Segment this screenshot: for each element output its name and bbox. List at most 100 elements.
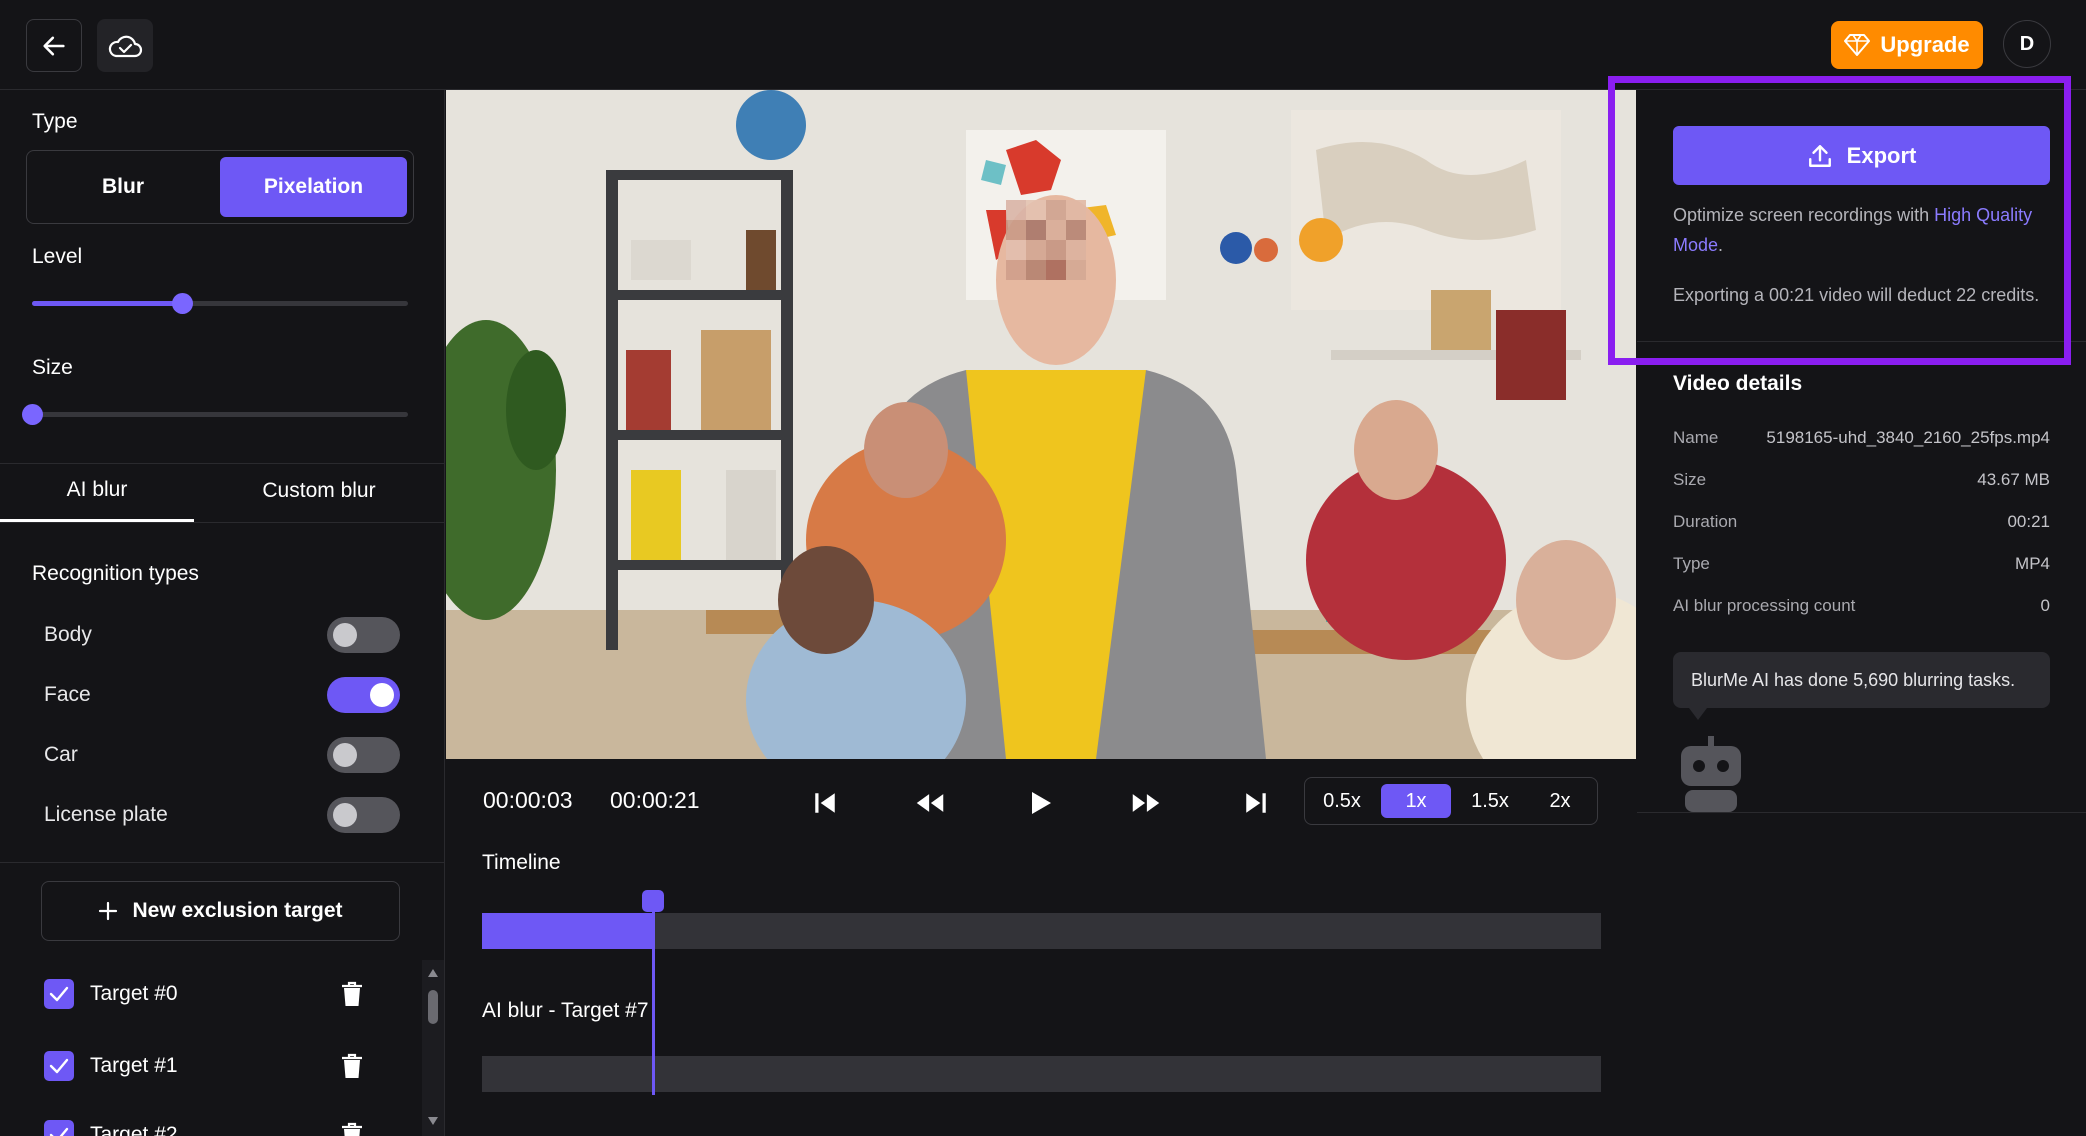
video-preview[interactable] <box>446 90 1636 759</box>
cloud-check-icon <box>108 35 143 57</box>
video-details-title: Video details <box>1673 372 1803 395</box>
recognition-label: License plate <box>44 803 168 826</box>
scroll-down-icon[interactable] <box>427 1116 439 1126</box>
level-slider-knob[interactable] <box>172 293 194 314</box>
car-toggle[interactable] <box>327 737 400 773</box>
size-slider-knob[interactable] <box>22 404 43 425</box>
bubble-tail <box>1689 708 1707 720</box>
detail-value: 0 <box>2040 596 2050 615</box>
trash-icon[interactable] <box>340 1121 364 1136</box>
target-list-scrollbar[interactable] <box>422 960 444 1136</box>
body-toggle[interactable] <box>327 617 400 653</box>
divider <box>1637 812 2086 813</box>
new-exclusion-target-button[interactable]: New exclusion target <box>41 881 400 941</box>
upgrade-label: Upgrade <box>1880 32 1970 57</box>
user-avatar[interactable]: D <box>2003 20 2051 68</box>
divider <box>0 862 445 863</box>
detail-row-type: Type MP4 <box>1673 554 2050 574</box>
face-toggle[interactable] <box>327 677 400 713</box>
play-icon <box>1032 792 1051 814</box>
target-label: Target #2 <box>90 1123 178 1136</box>
check-icon <box>49 986 69 1002</box>
detail-value: 00:21 <box>2007 512 2050 531</box>
scrollbar-thumb[interactable] <box>428 990 438 1024</box>
timeline-progress <box>482 913 653 949</box>
target-row: Target #0 <box>44 977 364 1011</box>
ai-blur-track[interactable] <box>482 1056 1601 1092</box>
credits-note: Exporting a 00:21 video will deduct 22 c… <box>1673 285 2040 305</box>
plus-icon <box>99 901 118 921</box>
recognition-types-title: Recognition types <box>32 562 199 585</box>
license-plate-toggle[interactable] <box>327 797 400 833</box>
recognition-row-body: Body <box>44 616 400 654</box>
check-icon <box>49 1127 69 1136</box>
detail-value: 5198165-uhd_3840_2160_25fps.mp4 <box>1766 428 2050 447</box>
recognition-label: Car <box>44 743 78 766</box>
detail-value: MP4 <box>2015 554 2050 573</box>
cloud-save-button[interactable] <box>97 19 153 72</box>
target-checkbox[interactable] <box>44 1051 74 1081</box>
skip-end-icon <box>1246 793 1266 813</box>
optimize-note: Optimize screen recordings with High Qua… <box>1673 200 2053 260</box>
recognition-row-car: Car <box>44 736 400 774</box>
recognition-row-license-plate: License plate <box>44 796 400 834</box>
trash-icon[interactable] <box>340 980 364 1008</box>
ai-stats-bubble: BlurMe AI has done 5,690 blurring tasks. <box>1673 652 2050 708</box>
upgrade-button[interactable]: Upgrade <box>1831 21 1983 69</box>
diamond-icon <box>1844 34 1871 56</box>
blur-option[interactable]: Blur <box>33 157 213 217</box>
skip-to-end-button[interactable] <box>1241 788 1271 818</box>
left-panel: Type Blur Pixelation Level Size AI blur … <box>0 90 445 1136</box>
timeline-track[interactable] <box>482 913 1601 949</box>
export-label: Export <box>1846 142 1917 168</box>
current-time: 00:00:03 <box>483 787 573 813</box>
speed-option[interactable]: 2x <box>1529 784 1591 818</box>
detail-row-duration: Duration 00:21 <box>1673 512 2050 532</box>
new-exclusion-label: New exclusion target <box>132 899 343 922</box>
robot-icon <box>1681 736 1741 812</box>
scroll-up-icon[interactable] <box>427 968 439 978</box>
divider <box>1637 341 2086 342</box>
rewind-button[interactable] <box>915 788 945 818</box>
type-segmented-control: Blur Pixelation <box>26 150 414 224</box>
playhead-handle[interactable] <box>641 890 664 912</box>
skip-start-icon <box>815 793 835 813</box>
playhead[interactable] <box>651 891 655 1095</box>
speed-option[interactable]: 0.5x <box>1311 784 1373 818</box>
pixelation-option[interactable]: Pixelation <box>220 157 407 217</box>
classroom-scene-image <box>446 90 1636 759</box>
optimize-end: . <box>1718 235 1724 255</box>
recognition-label: Body <box>44 623 92 646</box>
target-row: Target #1 <box>44 1049 364 1083</box>
detail-key: AI blur processing count <box>1673 596 1856 615</box>
ai-blur-track-label: AI blur - Target #7 <box>482 999 649 1022</box>
check-icon <box>49 1058 69 1074</box>
playback-speed-selector: 0.5x 1x 1.5x 2x <box>1304 777 1598 825</box>
detail-row-ai-count: AI blur processing count 0 <box>1673 596 2050 616</box>
detail-row-size: Size 43.67 MB <box>1673 470 2050 490</box>
upload-icon <box>1808 144 1831 167</box>
target-checkbox[interactable] <box>44 979 74 1009</box>
export-button[interactable]: Export <box>1673 126 2050 185</box>
target-checkbox[interactable] <box>44 1120 74 1136</box>
divider <box>0 522 445 523</box>
top-bar: Upgrade D <box>0 0 2086 90</box>
arrow-left-icon <box>43 36 65 55</box>
back-button[interactable] <box>26 19 82 72</box>
rewind-icon <box>916 794 944 812</box>
trash-icon[interactable] <box>340 1052 364 1080</box>
speed-option[interactable]: 1.5x <box>1457 784 1523 818</box>
level-label: Level <box>32 245 83 268</box>
detail-key: Duration <box>1673 512 1738 531</box>
tab-ai-blur[interactable]: AI blur <box>0 460 194 522</box>
detail-value: 43.67 MB <box>1977 470 2050 489</box>
play-button[interactable] <box>1026 788 1056 818</box>
player-controls: 00:00:03 00:00:21 0.5x 1x 1.5x 2x Timeli… <box>446 759 1636 1136</box>
level-slider[interactable] <box>32 293 408 314</box>
detail-key: Type <box>1673 554 1710 573</box>
fast-forward-button[interactable] <box>1131 788 1161 818</box>
tab-custom-blur[interactable]: Custom blur <box>194 460 444 522</box>
size-slider[interactable] <box>22 404 408 425</box>
skip-to-start-button[interactable] <box>810 788 840 818</box>
speed-option-active[interactable]: 1x <box>1381 784 1451 818</box>
